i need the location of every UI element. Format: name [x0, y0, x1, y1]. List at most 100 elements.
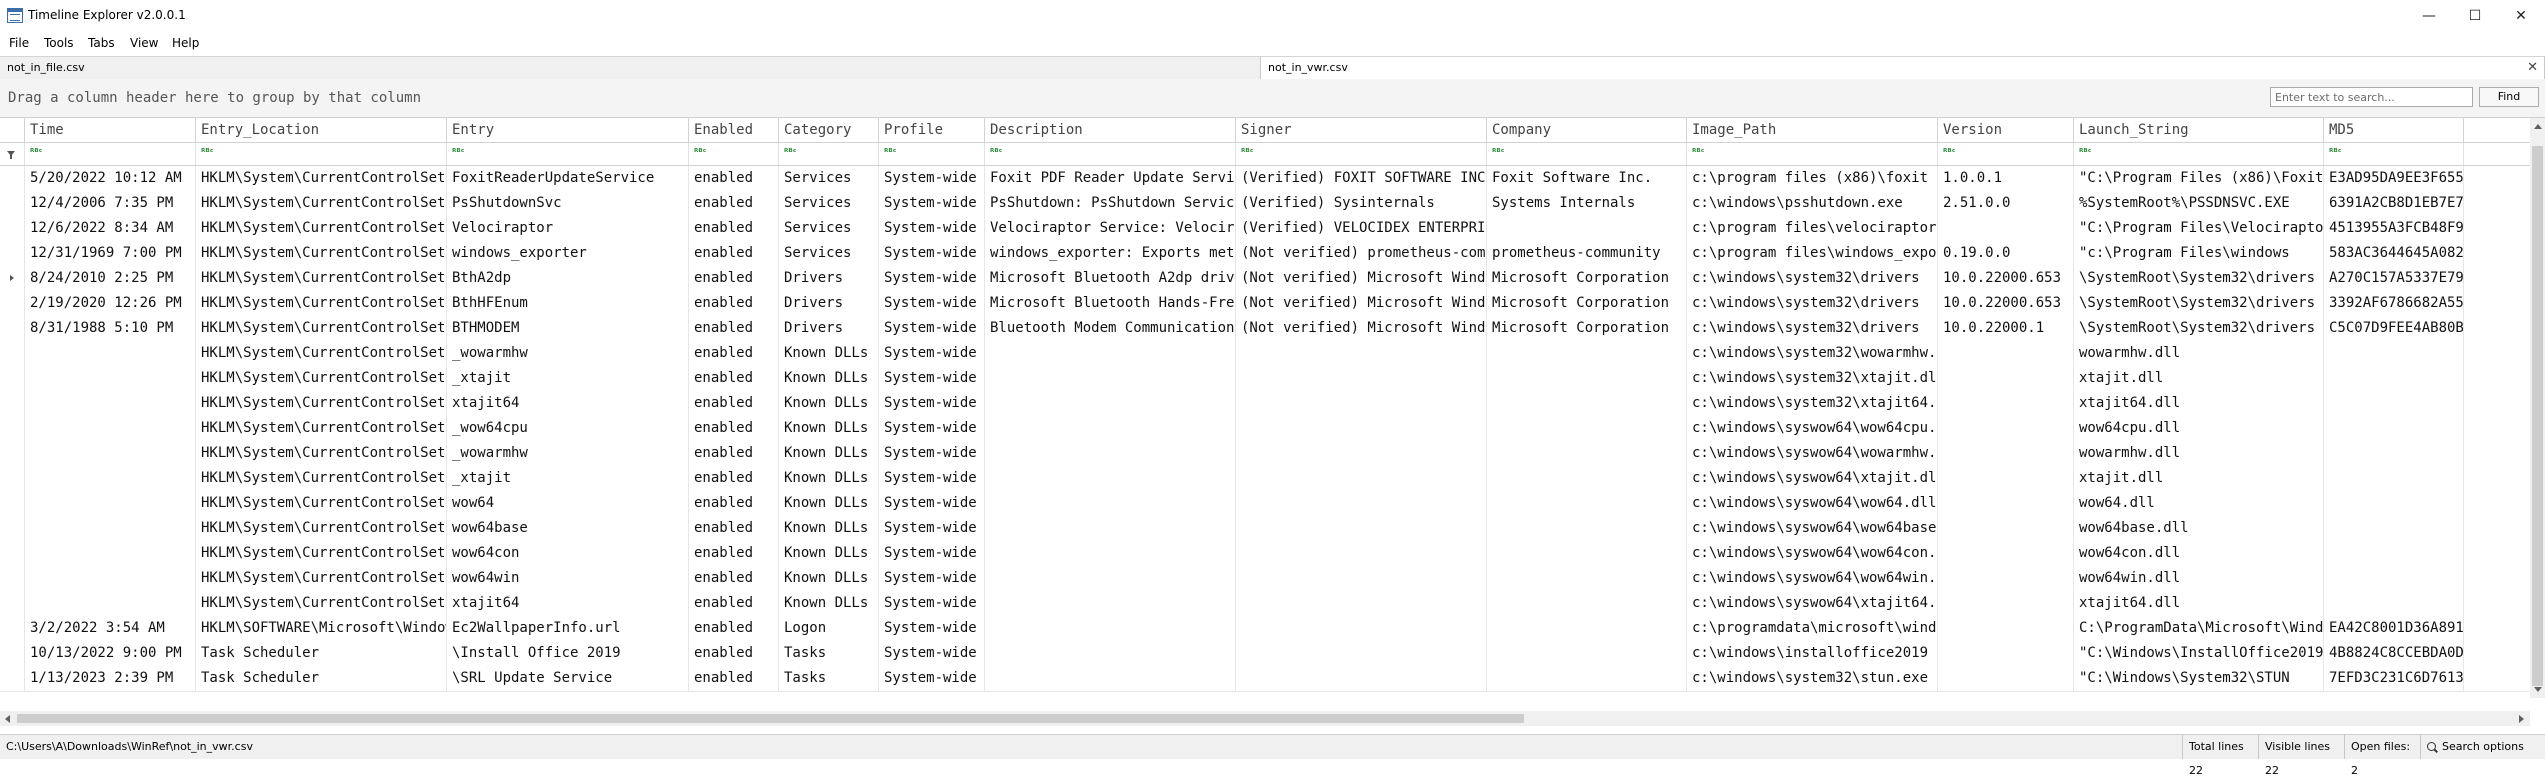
cell-entry[interactable]: \Install Office 2019 [447, 641, 689, 666]
cell-entry[interactable]: \SRL Update Service [447, 666, 689, 691]
cell-category[interactable]: Known DLLs [779, 416, 879, 441]
cell-description[interactable]: Bluetooth Modem Communications [985, 316, 1236, 341]
row-indicator[interactable] [0, 191, 25, 216]
cell-launch-string[interactable]: wow64cpu.dll [2074, 416, 2324, 441]
search-input[interactable] [2270, 87, 2473, 107]
cell-entry[interactable]: wow64win [447, 566, 689, 591]
cell-signer[interactable] [1236, 366, 1487, 391]
cell-description[interactable] [985, 616, 1236, 641]
cell-enabled[interactable]: enabled [689, 316, 779, 341]
find-button[interactable]: Find [2479, 87, 2539, 107]
cell-entry-location[interactable]: HKLM\System\CurrentControlSet\Services [196, 166, 447, 191]
cell-category[interactable]: Drivers [779, 266, 879, 291]
cell-category[interactable]: Known DLLs [779, 366, 879, 391]
cell-entry-location[interactable]: HKLM\System\CurrentControlSet\Control [196, 566, 447, 591]
filter-condition-icon[interactable]: ᴿᴮᶜ [2329, 148, 2341, 158]
cell-md5[interactable] [2324, 391, 2464, 416]
cell-signer[interactable] [1236, 341, 1487, 366]
table-row[interactable]: HKLM\System\CurrentControlSet\Control_wo… [0, 441, 2530, 467]
cell-image-path[interactable]: c:\windows\syswow64\wowarmhw.dll [1687, 441, 1938, 466]
cell-time[interactable]: 3/2/2022 3:54 AM [25, 616, 196, 641]
cell-company[interactable] [1487, 441, 1687, 466]
cell-image-path[interactable]: c:\programdata\microsoft\windows [1687, 616, 1938, 641]
table-row[interactable]: 12/6/2022 8:34 AM HKLM\System\CurrentCont… [0, 216, 2530, 242]
cell-signer[interactable] [1236, 516, 1487, 541]
cell-enabled[interactable]: enabled [689, 541, 779, 566]
cell-image-path[interactable]: c:\windows\syswow64\wow64win.dll [1687, 566, 1938, 591]
cell-profile[interactable]: System-wide [879, 541, 985, 566]
cell-entry-location[interactable]: HKLM\SOFTWARE\Microsoft\Windows [196, 616, 447, 641]
cell-version[interactable] [1938, 591, 2074, 616]
cell-signer[interactable]: (Not verified) prometheus-community [1236, 241, 1487, 266]
filter-cell-entry-location[interactable]: ᴿᴮᶜ [196, 143, 447, 165]
row-indicator[interactable] [0, 491, 25, 516]
cell-image-path[interactable]: c:\windows\syswow64\xtajit.dll [1687, 466, 1938, 491]
cell-description[interactable] [985, 516, 1236, 541]
cell-signer[interactable]: (Not verified) Microsoft Windows [1236, 316, 1487, 341]
cell-description[interactable] [985, 666, 1236, 691]
cell-company[interactable]: Foxit Software Inc. [1487, 166, 1687, 191]
row-indicator[interactable] [0, 391, 25, 416]
cell-time[interactable]: 10/13/2022 9:00 PM [25, 641, 196, 666]
cell-category[interactable]: Drivers [779, 291, 879, 316]
cell-category[interactable]: Services [779, 166, 879, 191]
cell-enabled[interactable]: enabled [689, 341, 779, 366]
filter-condition-icon[interactable]: ᴿᴮᶜ [2079, 148, 2091, 158]
cell-description[interactable]: windows_exporter: Exports metrics [985, 241, 1236, 266]
cell-md5[interactable] [2324, 566, 2464, 591]
cell-launch-string[interactable]: "C:\Windows\InstallOffice2019 [2074, 641, 2324, 666]
column-header-company[interactable]: Company [1487, 118, 1687, 142]
filter-condition-icon[interactable]: ᴿᴮᶜ [1492, 148, 1504, 158]
table-row[interactable]: HKLM\System\CurrentControlSet\Control_wo… [0, 341, 2530, 367]
cell-image-path[interactable]: c:\windows\syswow64\xtajit64.dll [1687, 591, 1938, 616]
cell-version[interactable]: 0.19.0.0 [1938, 241, 2074, 266]
cell-company[interactable] [1487, 341, 1687, 366]
filter-cell-launch-string[interactable]: ᴿᴮᶜ [2074, 143, 2324, 165]
cell-profile[interactable]: System-wide [879, 366, 985, 391]
cell-image-path[interactable]: c:\windows\system32\wowarmhw.dll [1687, 341, 1938, 366]
cell-time[interactable] [25, 566, 196, 591]
cell-launch-string[interactable]: \SystemRoot\System32\drivers [2074, 266, 2324, 291]
scroll-right-icon[interactable] [2519, 715, 2524, 723]
scroll-down-icon[interactable] [2534, 687, 2542, 692]
cell-entry[interactable]: _wowarmhw [447, 441, 689, 466]
cell-entry[interactable]: wow64base [447, 516, 689, 541]
cell-md5[interactable] [2324, 466, 2464, 491]
cell-image-path[interactable]: c:\windows\system32\stun.exe [1687, 666, 1938, 691]
cell-profile[interactable]: System-wide [879, 391, 985, 416]
table-row[interactable]: 12/4/2006 7:35 PM HKLM\System\CurrentCont… [0, 191, 2530, 217]
cell-image-path[interactable]: c:\windows\system32\xtajit.dll [1687, 366, 1938, 391]
cell-version[interactable] [1938, 441, 2074, 466]
column-header-version[interactable]: Version [1938, 118, 2074, 142]
cell-launch-string[interactable]: "C:\Program Files\Velociraptor [2074, 216, 2324, 241]
table-row[interactable]: 8/24/2010 2:25 PM HKLM\System\CurrentCont… [0, 266, 2530, 292]
cell-image-path[interactable]: c:\windows\syswow64\wow64cpu.dll [1687, 416, 1938, 441]
cell-description[interactable] [985, 341, 1236, 366]
cell-company[interactable] [1487, 416, 1687, 441]
cell-profile[interactable]: System-wide [879, 341, 985, 366]
cell-entry-location[interactable]: HKLM\System\CurrentControlSet\Services [196, 191, 447, 216]
row-indicator[interactable] [0, 466, 25, 491]
cell-version[interactable]: 2.51.0.0 [1938, 191, 2074, 216]
cell-launch-string[interactable]: wow64.dll [2074, 491, 2324, 516]
table-row[interactable]: 8/31/1988 5:10 PM HKLM\System\CurrentCont… [0, 316, 2530, 342]
filter-condition-icon[interactable]: ᴿᴮᶜ [784, 148, 796, 158]
cell-company[interactable] [1487, 666, 1687, 691]
cell-entry-location[interactable]: HKLM\System\CurrentControlSet\Control [196, 541, 447, 566]
filter-condition-icon[interactable]: ᴿᴮᶜ [1692, 148, 1704, 158]
cell-version[interactable] [1938, 566, 2074, 591]
cell-signer[interactable] [1236, 566, 1487, 591]
cell-signer[interactable] [1236, 491, 1487, 516]
row-indicator[interactable] [0, 541, 25, 566]
table-row[interactable]: 5/20/2022 10:12 AM HKLM\System\CurrentCon… [0, 166, 2530, 192]
filter-cell-category[interactable]: ᴿᴮᶜ [779, 143, 879, 165]
cell-enabled[interactable]: enabled [689, 491, 779, 516]
cell-enabled[interactable]: enabled [689, 666, 779, 691]
menu-tools[interactable]: Tools [44, 36, 74, 50]
cell-enabled[interactable]: enabled [689, 241, 779, 266]
cell-company[interactable] [1487, 641, 1687, 666]
horizontal-scrollbar[interactable] [0, 711, 2530, 726]
table-row[interactable]: HKLM\System\CurrentControlSet\Control_xt… [0, 366, 2530, 392]
table-row[interactable]: HKLM\System\CurrentControlSet\Control_xt… [0, 466, 2530, 492]
cell-version[interactable]: 10.0.22000.1 [1938, 316, 2074, 341]
